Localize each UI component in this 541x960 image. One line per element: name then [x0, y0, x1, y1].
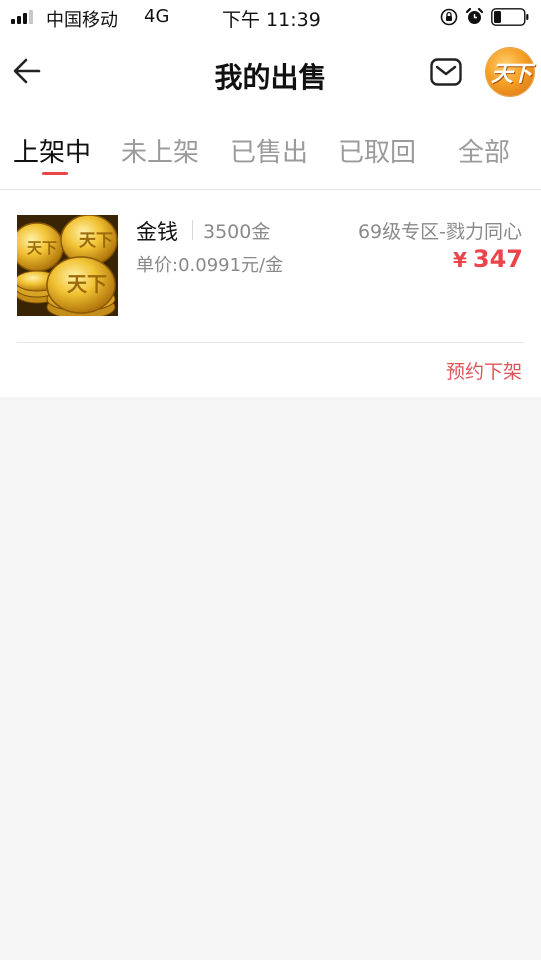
coin-engraving-text: 天下 — [67, 272, 107, 296]
rotation-lock-icon — [440, 8, 458, 26]
currency-symbol: ¥ — [452, 248, 467, 272]
navigation-header: 我的出售 天下 — [0, 36, 541, 108]
tab-sold[interactable]: 已售出 — [230, 132, 308, 169]
top-section: 中国移动 4G 下午 11:39 我的出售 天下 上架中 未上架 已售出 已取回… — [0, 0, 541, 190]
battery-icon — [491, 8, 529, 26]
product-quantity: 3500金 — [203, 221, 271, 243]
signal-strength-icon — [11, 10, 33, 24]
alarm-icon — [465, 7, 484, 24]
sale-order-card[interactable]: 天下 天下 天下 金钱 3500金 69级专区-戮力同心 单价:0.0991元/… — [0, 190, 541, 397]
back-button[interactable] — [10, 54, 44, 88]
tab-all[interactable]: 全部 — [458, 132, 510, 169]
status-time: 下午 11:39 — [222, 9, 321, 31]
carrier-name: 中国移动 — [46, 10, 118, 31]
tab-unlisted[interactable]: 未上架 — [121, 132, 199, 169]
avatar-logo-text: 天下 — [490, 61, 532, 87]
server-name: 69级专区-戮力同心 — [357, 221, 522, 243]
gold-coins-image: 天下 天下 天下 — [17, 215, 118, 316]
avatar[interactable]: 天下 — [486, 48, 534, 96]
tab-retrieved[interactable]: 已取回 — [338, 132, 416, 169]
divider — [17, 342, 524, 343]
arrow-left-icon — [13, 58, 41, 84]
schedule-delist-button[interactable]: 预约下架 — [446, 357, 522, 384]
unit-price: 单价:0.0991元/金 — [136, 255, 284, 276]
mail-button[interactable] — [430, 56, 462, 88]
coin-engraving-text: 天下 — [79, 231, 113, 251]
status-tabs: 上架中 未上架 已售出 已取回 全部 — [0, 108, 541, 190]
tab-listed[interactable]: 上架中 — [13, 132, 91, 169]
price-value: 347 — [472, 245, 523, 273]
mail-icon — [430, 58, 462, 86]
status-bar: 中国移动 4G 下午 11:39 — [0, 0, 541, 36]
active-tab-indicator — [42, 172, 68, 175]
total-price: ¥347 — [453, 245, 523, 273]
network-type: 4G — [144, 6, 170, 27]
coin-engraving-text: 天下 — [27, 239, 57, 257]
divider — [192, 220, 193, 240]
product-name: 金钱 — [136, 220, 178, 244]
